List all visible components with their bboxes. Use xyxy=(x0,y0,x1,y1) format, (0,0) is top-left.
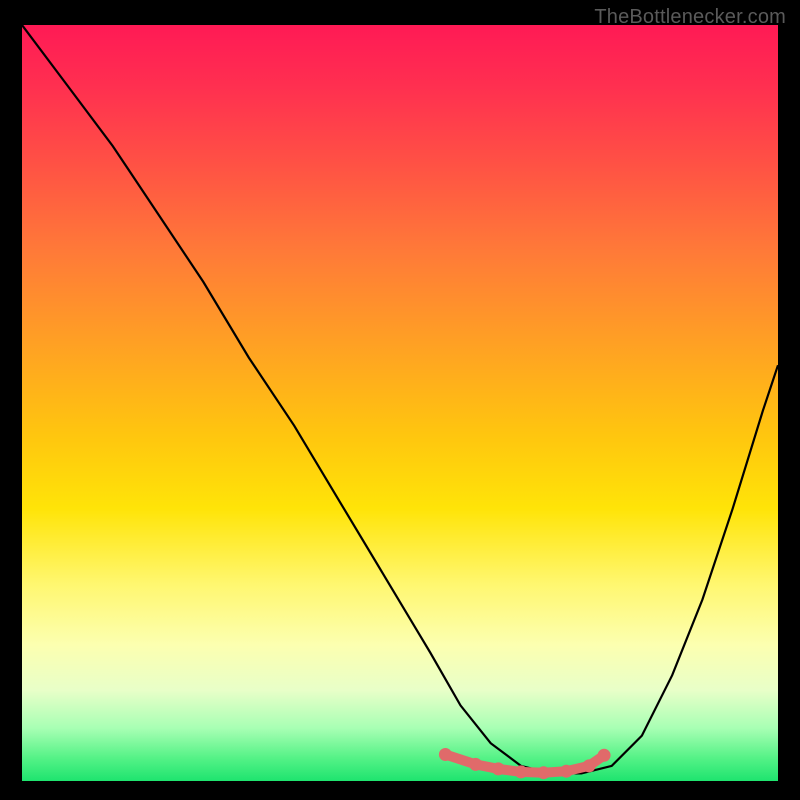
highlight-dot xyxy=(469,758,482,771)
chart-frame xyxy=(22,25,778,781)
highlight-dots xyxy=(439,748,611,779)
highlight-dot xyxy=(515,765,528,778)
bottleneck-curve xyxy=(22,25,778,773)
highlight-dot xyxy=(583,759,596,772)
highlight-dot xyxy=(537,766,550,779)
chart-svg xyxy=(22,25,778,781)
highlight-dot xyxy=(439,748,452,761)
watermark-text: TheBottlenecker.com xyxy=(594,6,786,29)
plot-area xyxy=(22,25,778,781)
highlight-dot xyxy=(598,749,611,762)
highlight-dot xyxy=(560,765,573,778)
highlight-dot xyxy=(492,762,505,775)
